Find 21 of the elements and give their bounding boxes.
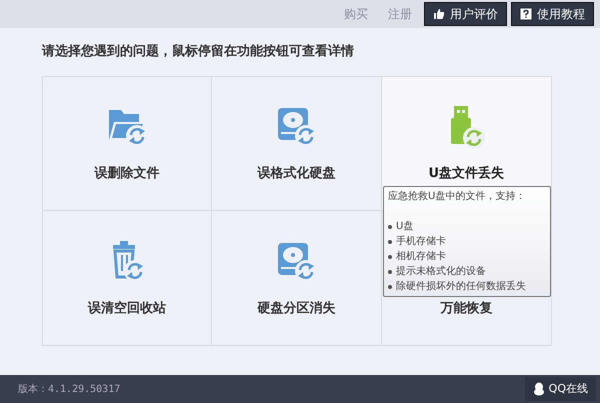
penguin-icon: [532, 382, 545, 396]
version-text: 版本：4.1.29.50317: [18, 382, 120, 396]
qq-online-button[interactable]: QQ在线: [524, 377, 596, 401]
bullet-icon: [388, 284, 392, 288]
bullet-icon: [388, 254, 392, 258]
recovery-tile[interactable]: 误格式化硬盘: [212, 76, 382, 210]
header-button[interactable]: 使用教程: [511, 2, 594, 26]
bullet-icon: [388, 270, 392, 274]
heading: 请选择您遇到的问题，鼠标停留在功能按钮可查看详情: [42, 42, 355, 61]
tooltip-item: 相机存储卡: [396, 250, 446, 264]
tooltip-title: 应急抢救U盘中的文件，支持：: [388, 190, 526, 204]
bullet-icon: [388, 240, 392, 244]
bullet-icon: [388, 224, 392, 228]
tooltip-item: 除硬件损坏外的任何数据丢失: [396, 280, 526, 294]
tooltip-item: U盘: [396, 220, 414, 234]
thumbs-up-icon: [433, 8, 445, 20]
tooltip-item: 手机存储卡: [396, 234, 446, 249]
help-icon: [520, 8, 532, 20]
tooltip-item: 提示未格式化的设备: [396, 264, 486, 279]
header-button[interactable]: 用户评价: [424, 2, 507, 26]
recovery-tile[interactable]: 误删除文件: [43, 76, 212, 210]
